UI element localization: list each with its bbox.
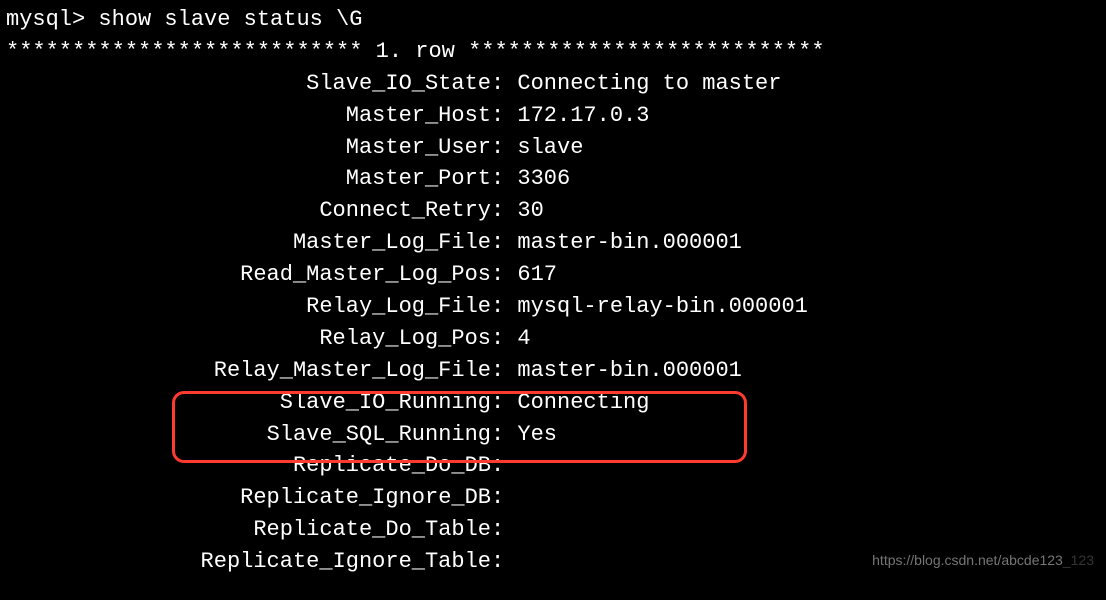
status-key: Master_User [6, 132, 491, 164]
status-row: Master_Log_File: master-bin.000001 [6, 227, 1100, 259]
status-value: slave [517, 132, 583, 164]
status-row: Slave_IO_State: Connecting to master [6, 68, 1100, 100]
status-key: Connect_Retry [6, 195, 491, 227]
status-separator: : [491, 259, 517, 291]
status-value: master-bin.000001 [517, 227, 741, 259]
status-key: Relay_Master_Log_File [6, 355, 491, 387]
status-separator: : [491, 355, 517, 387]
status-key: Master_Host [6, 100, 491, 132]
status-key: Replicate_Do_DB [6, 450, 491, 482]
status-value: 30 [517, 195, 543, 227]
status-separator: : [491, 68, 517, 100]
status-value: mysql-relay-bin.000001 [517, 291, 807, 323]
status-key: Master_Port [6, 163, 491, 195]
status-row: Relay_Log_Pos: 4 [6, 323, 1100, 355]
status-value: Yes [517, 419, 557, 451]
status-row: Read_Master_Log_Pos: 617 [6, 259, 1100, 291]
status-separator: : [491, 482, 517, 514]
status-row: Connect_Retry: 30 [6, 195, 1100, 227]
watermark-main: https://blog.csdn.net/abcde123 [872, 552, 1063, 568]
status-row: Master_Port: 3306 [6, 163, 1100, 195]
status-key: Replicate_Ignore_Table [6, 546, 491, 578]
command-text: show slave status \G [98, 4, 362, 36]
status-value: 3306 [517, 163, 570, 195]
terminal-prompt-line[interactable]: mysql> show slave status \G [6, 4, 1100, 36]
status-value: 172.17.0.3 [517, 100, 649, 132]
watermark: https://blog.csdn.net/abcde123_123 [872, 550, 1094, 570]
status-separator: : [491, 163, 517, 195]
status-key: Slave_IO_State [6, 68, 491, 100]
status-separator: : [491, 291, 517, 323]
status-separator: : [491, 546, 517, 578]
status-value: master-bin.000001 [517, 355, 741, 387]
prompt-space [85, 4, 98, 36]
row-header: *************************** 1. row *****… [6, 36, 1100, 68]
status-separator: : [491, 387, 517, 419]
status-value: Connecting [517, 387, 649, 419]
status-row: Replicate_Ignore_DB: [6, 482, 1100, 514]
status-separator: : [491, 450, 517, 482]
status-row: Relay_Log_File: mysql-relay-bin.000001 [6, 291, 1100, 323]
status-separator: : [491, 227, 517, 259]
status-value: 4 [517, 323, 530, 355]
status-separator: : [491, 195, 517, 227]
status-key: Relay_Log_Pos [6, 323, 491, 355]
status-fields: Slave_IO_State: Connecting to masterMast… [6, 68, 1100, 578]
status-separator: : [491, 419, 517, 451]
status-row: Replicate_Do_DB: [6, 450, 1100, 482]
status-key: Replicate_Do_Table [6, 514, 491, 546]
status-separator: : [491, 514, 517, 546]
mysql-prompt: mysql> [6, 4, 85, 36]
status-key: Slave_SQL_Running [6, 419, 491, 451]
status-key: Read_Master_Log_Pos [6, 259, 491, 291]
status-separator: : [491, 100, 517, 132]
status-row: Relay_Master_Log_File: master-bin.000001 [6, 355, 1100, 387]
status-key: Replicate_Ignore_DB [6, 482, 491, 514]
status-row: Master_Host: 172.17.0.3 [6, 100, 1100, 132]
status-row: Replicate_Do_Table: [6, 514, 1100, 546]
status-value: 617 [517, 259, 557, 291]
watermark-faint: _123 [1063, 552, 1094, 568]
status-row: Slave_SQL_Running: Yes [6, 419, 1100, 451]
status-row: Slave_IO_Running: Connecting [6, 387, 1100, 419]
status-separator: : [491, 323, 517, 355]
status-key: Master_Log_File [6, 227, 491, 259]
status-key: Slave_IO_Running [6, 387, 491, 419]
status-separator: : [491, 132, 517, 164]
status-value: Connecting to master [517, 68, 781, 100]
status-key: Relay_Log_File [6, 291, 491, 323]
status-row: Master_User: slave [6, 132, 1100, 164]
